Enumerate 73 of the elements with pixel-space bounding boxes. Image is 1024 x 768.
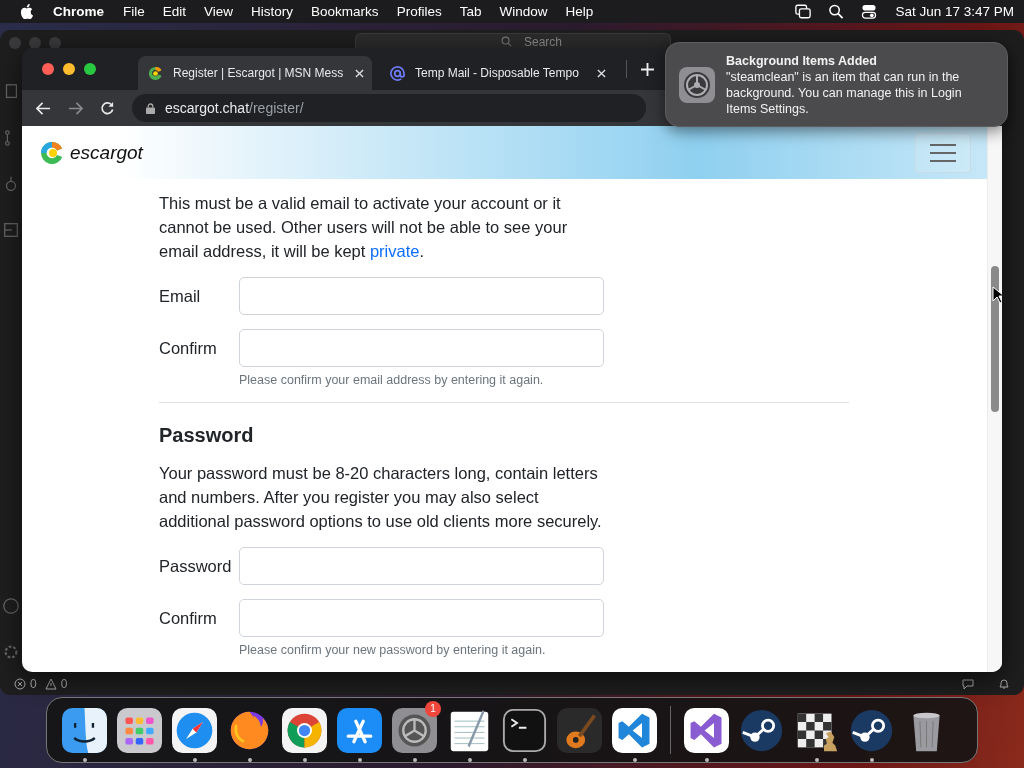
input-field[interactable]: [239, 277, 604, 315]
escargot-logo-icon[interactable]: [40, 140, 64, 165]
input-field[interactable]: [239, 329, 604, 367]
escargot-logo-icon: [148, 65, 163, 81]
compass-icon[interactable]: [172, 707, 217, 753]
apple-icon[interactable]: [20, 4, 33, 19]
forward-icon[interactable]: [68, 100, 83, 116]
password-field[interactable]: [239, 599, 604, 637]
mouse-cursor-icon: [992, 286, 1002, 304]
code-editor-icon[interactable]: [612, 707, 657, 753]
steam-icon[interactable]: [739, 707, 784, 753]
terminal-icon[interactable]: [502, 707, 547, 753]
menu-item[interactable]: File: [123, 4, 145, 19]
notification-body: "steamclean" is an item that can run in the background. You can manage this in Login Items Settings.: [726, 68, 963, 117]
browser-tab[interactable]: Register | Escargot | MSN Mess: [138, 56, 372, 90]
chrome-icon[interactable]: [282, 707, 327, 753]
field-label: Email: [159, 286, 202, 307]
close-icon[interactable]: [355, 68, 364, 78]
close-icon[interactable]: [597, 68, 606, 78]
field-hint: Please confirm your email address by entering it again.: [239, 372, 545, 388]
url-text: escargot.chat/register/: [165, 100, 304, 116]
menu-item[interactable]: Help: [565, 4, 594, 19]
browser-tab[interactable]: Temp Mail - Disposable Tempo: [380, 56, 614, 90]
scrollbar[interactable]: [987, 126, 1002, 672]
password-note: Your password must be 8-20 characters long, contain letters and numbers. After you register you may also select additional password options to use old clients more securely.: [159, 463, 603, 532]
warning-count[interactable]: 0: [60, 677, 68, 691]
new-tab-icon[interactable]: [641, 62, 654, 76]
notification-banner[interactable]: Background Items Added "steamclean" is an item that can run in the background. You can manage this in Login Items Settings.: [665, 42, 1008, 127]
bell-icon[interactable]: [998, 678, 1010, 690]
search-icon[interactable]: [828, 4, 845, 19]
field-label: Confirm: [159, 608, 218, 629]
menu-item[interactable]: History: [251, 4, 294, 19]
error-icon: [14, 678, 26, 690]
field-hint: Please confirm your new password by entering it again.: [239, 642, 547, 658]
warning-icon: [44, 678, 57, 690]
private-link[interactable]: private: [369, 242, 420, 260]
steam-icon[interactable]: [849, 707, 894, 753]
notification-title: Background Items Added: [726, 52, 878, 69]
extensions-icon[interactable]: [2, 221, 20, 239]
windows-icon[interactable]: [795, 4, 812, 19]
menu-item[interactable]: View: [204, 4, 234, 19]
search-icon: [501, 36, 512, 47]
toggles-icon[interactable]: [861, 4, 878, 19]
menu-item[interactable]: Window: [499, 4, 548, 19]
lock-icon[interactable]: [146, 102, 155, 114]
menu-item[interactable]: Tab: [459, 4, 482, 19]
feedback-icon[interactable]: [962, 678, 974, 690]
clock[interactable]: Sat Jun 17 3:47 PM: [895, 4, 1014, 19]
field-label: Confirm: [159, 338, 218, 359]
section-heading: Password: [159, 423, 255, 448]
at-sign-icon: [390, 65, 405, 81]
app-menu[interactable]: Chrome: [53, 4, 104, 19]
error-count[interactable]: 0: [30, 677, 37, 691]
visual-studio-icon[interactable]: [684, 707, 729, 753]
notification-badge: 1: [425, 701, 441, 717]
address-bar[interactable]: escargot.chat/register/: [132, 94, 646, 122]
password-field[interactable]: [239, 547, 604, 585]
menu-item[interactable]: Edit: [162, 4, 187, 19]
smiling-face-icon[interactable]: [62, 707, 107, 753]
site-logo-text[interactable]: escargot: [70, 141, 143, 164]
field-label: Password: [159, 556, 233, 577]
guitar-icon[interactable]: [557, 707, 602, 753]
email-note: This must be a valid email to activate your account or it cannot be used. Other users will not be able to see your email address, it will be kept private.: [159, 193, 569, 262]
menu-item[interactable]: Bookmarks: [311, 4, 379, 19]
menu-button[interactable]: [915, 132, 971, 173]
menu-icon: [930, 142, 956, 163]
account-icon[interactable]: [2, 597, 20, 615]
reload-icon[interactable]: [100, 100, 115, 116]
window-controls-icon[interactable]: [42, 63, 96, 75]
app-grid-icon[interactable]: [117, 707, 162, 753]
back-icon[interactable]: [36, 100, 51, 116]
menu-item[interactable]: Profiles: [396, 4, 442, 19]
app-store-icon[interactable]: [337, 707, 382, 753]
